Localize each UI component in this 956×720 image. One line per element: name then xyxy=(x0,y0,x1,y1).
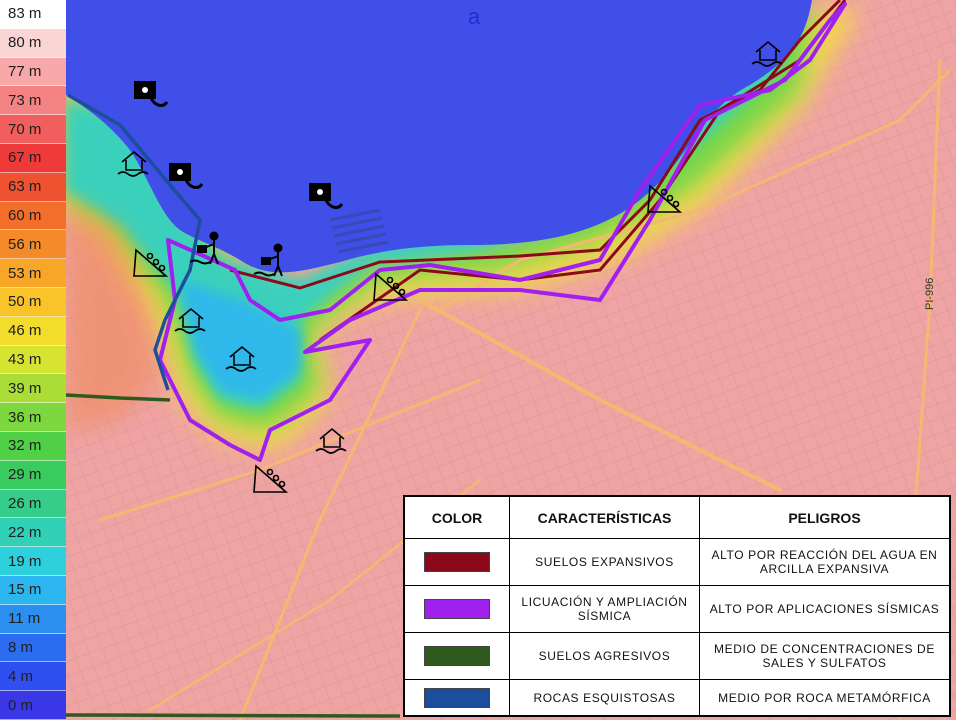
elevation-scale-item: 39 m xyxy=(0,374,66,404)
legend-header-color: COLOR xyxy=(404,496,510,539)
elevation-scale-item: 63 m xyxy=(0,172,66,202)
legend-row: SUELOS EXPANSIVOS ALTO POR REACCIÓN DEL … xyxy=(404,537,950,587)
legend-swatch xyxy=(424,552,490,573)
elevation-scale-item: 32 m xyxy=(0,432,66,461)
legend-hazard: MEDIO POR ROCA METAMÓRFICA xyxy=(699,679,950,716)
legend-hazard: ALTO POR APLICACIONES SÍSMICAS xyxy=(699,585,950,634)
legend-row: LICUACIÓN Y AMPLIACIÓN SÍSMICA ALTO POR … xyxy=(404,585,950,634)
elevation-scale-item: 29 m xyxy=(0,460,66,490)
elevation-scale-item: 4 m xyxy=(0,662,66,692)
legend-row: SUELOS AGRESIVOS MEDIO DE CONCENTRACIONE… xyxy=(404,632,950,681)
elevation-scale-item: 43 m xyxy=(0,345,66,375)
road-label: PI-996 xyxy=(924,278,936,310)
elevation-scale-item: 46 m xyxy=(0,316,66,346)
elevation-scale-item: 70 m xyxy=(0,115,66,144)
legend-characteristic: LICUACIÓN Y AMPLIACIÓN SÍSMICA xyxy=(509,585,700,634)
elevation-scale-item: 56 m xyxy=(0,230,66,260)
legend-swatch xyxy=(424,599,490,620)
elevation-scale-item: 11 m xyxy=(0,604,66,634)
elevation-scale-item: 53 m xyxy=(0,259,66,288)
elevation-scale-item: 15 m xyxy=(0,576,66,605)
elevation-scale-item: 67 m xyxy=(0,144,66,173)
elevation-scale-item: 50 m xyxy=(0,288,66,317)
legend-characteristic: ROCAS ESQUISTOSAS xyxy=(509,679,700,716)
elevation-scale-item: 0 m xyxy=(0,691,66,720)
legend-characteristic: SUELOS AGRESIVOS xyxy=(509,632,700,681)
elevation-scale-item: 22 m xyxy=(0,518,66,548)
elevation-scale: 83 m 80 m 77 m 73 m 70 m 67 m 63 m 60 m 56 m 53 m… xyxy=(0,0,66,720)
elevation-scale-item: 26 m xyxy=(0,489,66,519)
water-label: a xyxy=(468,4,481,29)
legend-row: ROCAS ESQUISTOSAS MEDIO POR ROCA METAMÓR… xyxy=(404,679,950,716)
elevation-scale-item: 60 m xyxy=(0,201,66,231)
legend: COLOR CARACTERÍSTICAS PELIGROS SUELOS EX… xyxy=(403,495,951,717)
elevation-scale-item: 73 m xyxy=(0,86,66,116)
legend-hazard: ALTO POR REACCIÓN DEL AGUA EN ARCILLA EX… xyxy=(699,537,950,587)
elevation-scale-item: 8 m xyxy=(0,633,66,663)
legend-header-hazards: PELIGROS xyxy=(699,496,950,539)
elevation-scale-item: 77 m xyxy=(0,57,66,87)
legend-hazard: MEDIO DE CONCENTRACIONES DE SALES Y SULF… xyxy=(699,632,950,681)
legend-swatch xyxy=(424,646,490,667)
legend-characteristic: SUELOS EXPANSIVOS xyxy=(509,537,700,587)
legend-header-characteristics: CARACTERÍSTICAS xyxy=(509,496,700,539)
elevation-scale-item: 80 m xyxy=(0,28,66,58)
legend-swatch xyxy=(424,687,490,708)
elevation-scale-item: 36 m xyxy=(0,403,66,432)
elevation-scale-item: 83 m xyxy=(0,0,66,29)
elevation-scale-item: 19 m xyxy=(0,547,66,576)
legend-table: COLOR CARACTERÍSTICAS PELIGROS SUELOS EX… xyxy=(404,496,950,716)
